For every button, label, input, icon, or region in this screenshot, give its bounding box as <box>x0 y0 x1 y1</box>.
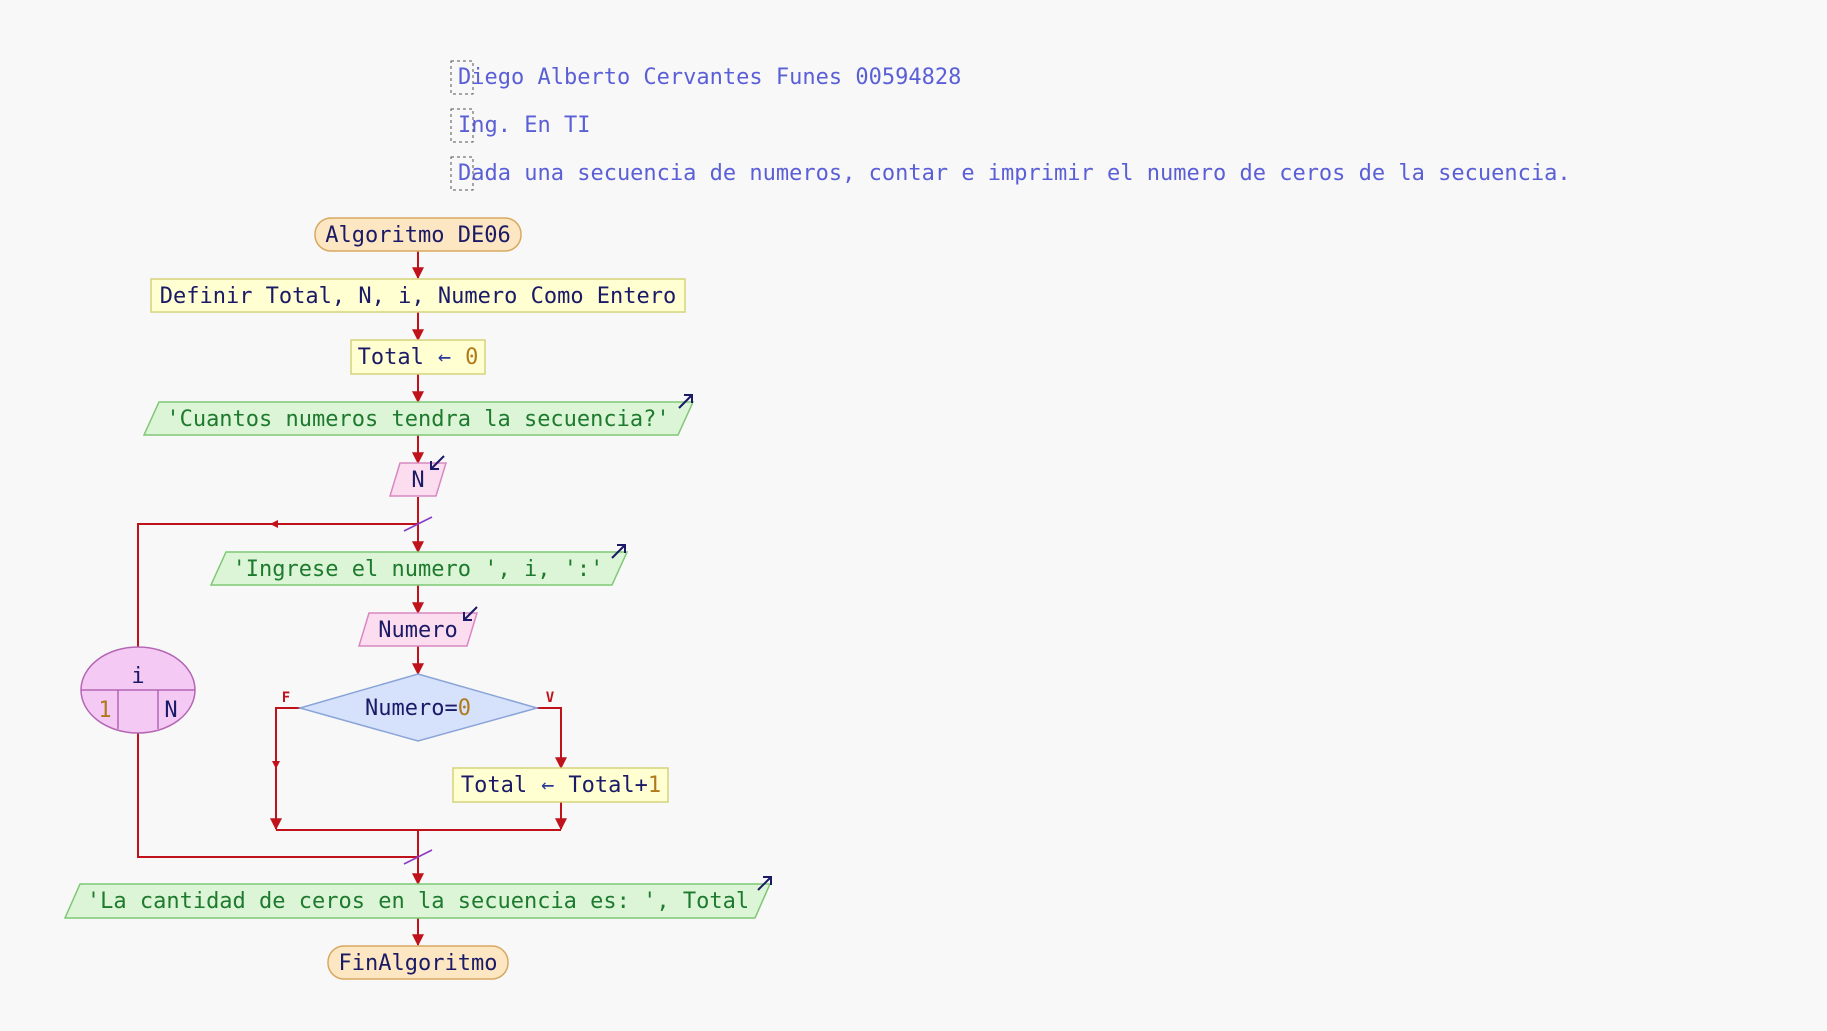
false-branch-label: F <box>282 690 290 706</box>
start-label: Algoritmo DE06 <box>325 223 510 248</box>
start-terminal: Algoritmo DE06 <box>314 217 522 252</box>
increment-var: Total <box>461 773 527 798</box>
false-branch-line <box>270 707 300 831</box>
end-label: FinAlgoritmo <box>339 951 498 976</box>
assign-value: 0 <box>465 345 478 370</box>
comment-description: Dada una secuencia de numeros, contar e … <box>458 161 1571 186</box>
increment-value: 1 <box>648 773 661 798</box>
loop-variable: i <box>131 664 144 689</box>
increment-arrow: ← <box>541 773 554 798</box>
comment-1: Diego Alberto Cervantes Funes 00594828 <box>450 60 961 95</box>
read-n-text: N <box>411 468 424 493</box>
loop-from: 1 <box>98 698 111 723</box>
assign-var: Total <box>358 345 424 370</box>
assign-arrow: ← <box>438 345 451 370</box>
comment-author: Diego Alberto Cervantes Funes 00594828 <box>458 65 961 90</box>
comment-3: Dada una secuencia de numeros, contar e … <box>450 156 1571 191</box>
increment-expr: Total+ <box>568 773 647 798</box>
result-text: 'La cantidad de ceros en la secuencia es… <box>87 889 749 914</box>
comment-2: Ing. En TI <box>450 108 590 143</box>
for-loop-node: i 1 N <box>80 646 196 734</box>
false-branch-arrowhead <box>272 761 280 769</box>
assign-total-block: Total ← 0 <box>350 339 486 375</box>
condition-left: Numero= <box>365 696 458 721</box>
define-block: Definir Total, N, i, Numero Como Entero <box>150 278 686 313</box>
true-branch-line <box>537 707 567 770</box>
decision-numero-zero: Numero=0 F V <box>282 673 555 742</box>
condition-text: Numero=0 <box>365 696 471 721</box>
read-number-text: Numero <box>378 618 457 643</box>
define-text: Definir Total, N, i, Numero Como Entero <box>160 284 677 309</box>
loop-to: N <box>164 698 177 723</box>
loop-entry-arrowhead <box>270 520 278 528</box>
increment-block: Total ← Total+1 <box>452 767 669 803</box>
comment-career: Ing. En TI <box>458 113 590 138</box>
prompt-count-text: 'Cuantos numeros tendra la secuencia?' <box>166 407 669 432</box>
prompt-number-text: 'Ingrese el numero ', i, ':' <box>233 557 604 582</box>
condition-right: 0 <box>458 696 471 721</box>
input-numero: Numero <box>357 606 479 647</box>
end-terminal: FinAlgoritmo <box>327 945 509 980</box>
true-branch-label: V <box>546 690 555 706</box>
flowchart: Diego Alberto Cervantes Funes 00594828 I… <box>63 60 1571 980</box>
